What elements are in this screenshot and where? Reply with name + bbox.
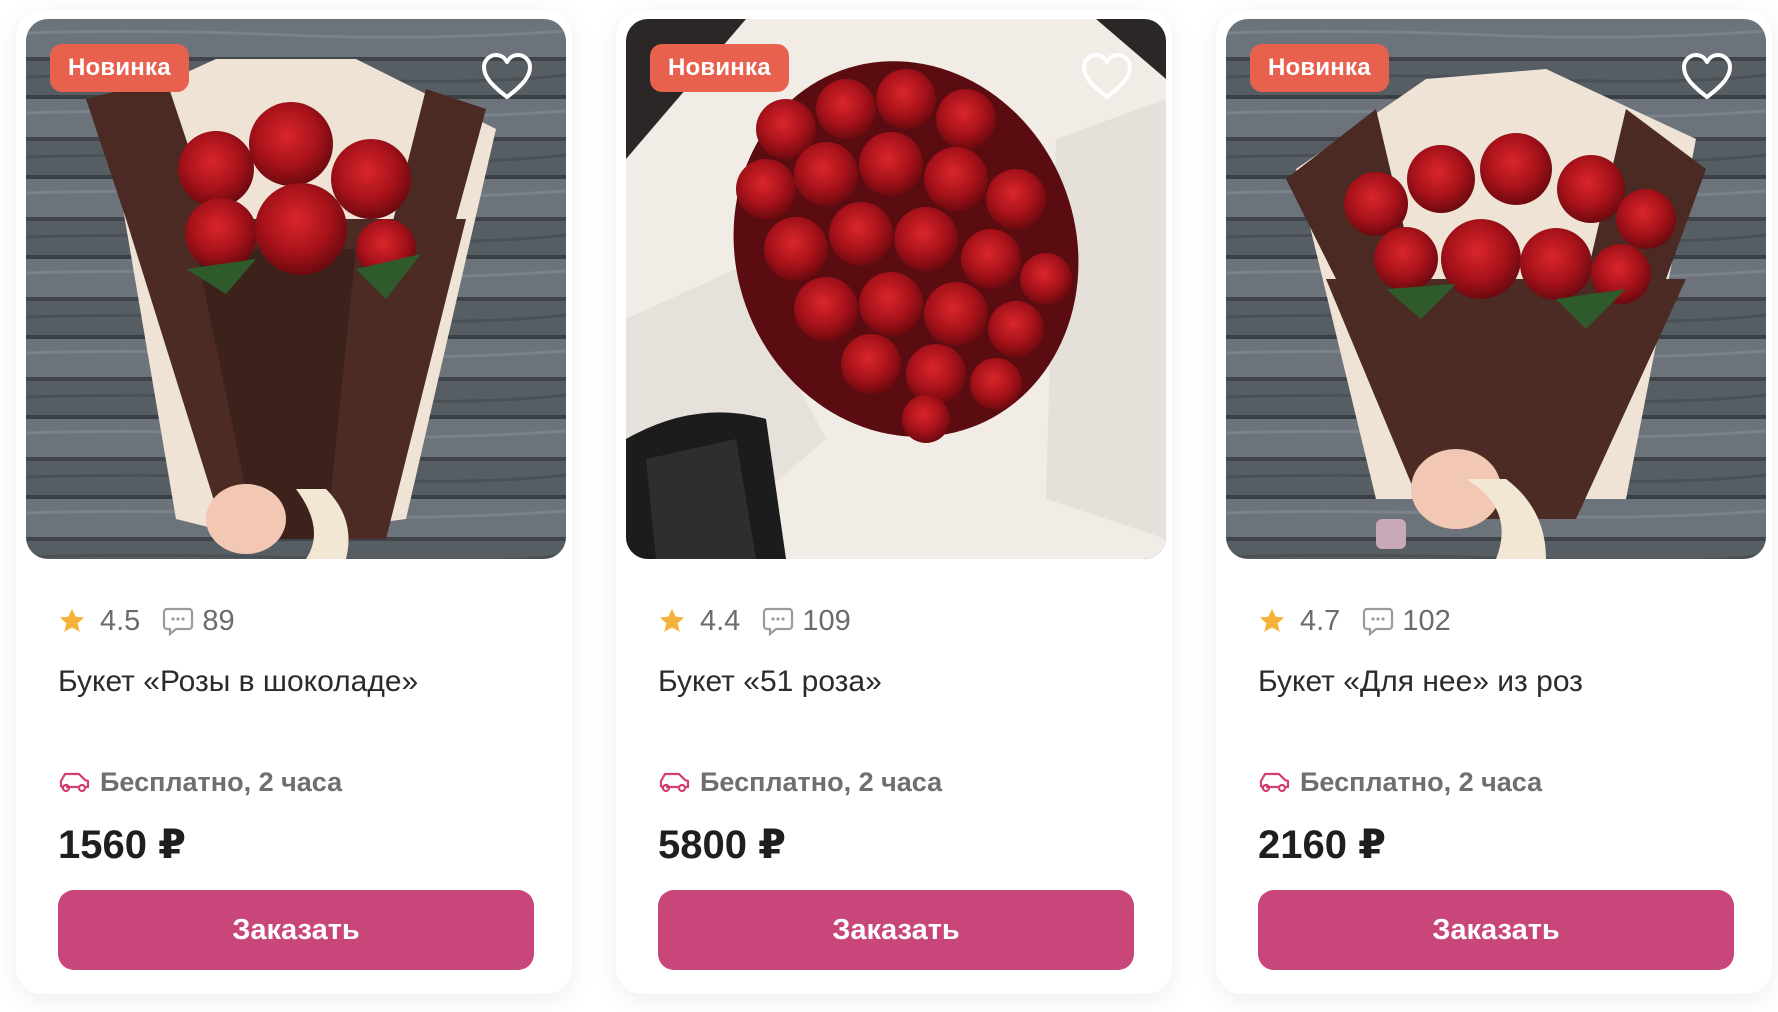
price: 2160 ₽ [1258,823,1386,867]
product-grid: Новинка 4.5 89 Букет «Розы в шоколаде» Б… [0,0,1778,1012]
price: 5800 ₽ [658,823,786,867]
delivery-info: Бесплатно, 2 часа [58,764,342,800]
heart-icon[interactable] [480,50,534,104]
car-icon [659,772,690,793]
product-card[interactable]: Новинка 4.7 102 Букет «Для нее» из роз Б… [1216,10,1772,994]
rating-row: 4.5 89 [58,604,235,638]
car-icon [59,772,90,793]
star-icon [1259,608,1285,632]
rating-value: 4.5 [100,604,141,637]
order-button[interactable]: Заказать [658,890,1134,970]
star-icon [659,608,685,632]
delivery-text: Бесплатно, 2 часа [1300,766,1543,797]
delivery-info: Бесплатно, 2 часа [658,764,942,800]
heart-icon[interactable] [1080,50,1134,104]
rating-row: 4.7 102 [1258,604,1451,638]
price: 1560 ₽ [58,823,186,867]
product-card[interactable]: Новинка 4.5 89 Букет «Розы в шоколаде» Б… [16,10,572,994]
new-badge: Новинка [50,44,189,92]
order-button[interactable]: Заказать [1258,890,1734,970]
reviews-count: 109 [802,604,851,637]
star-icon [59,608,85,632]
rating-value: 4.7 [1300,604,1341,637]
delivery-info: Бесплатно, 2 часа [1258,764,1542,800]
order-button[interactable]: Заказать [58,890,534,970]
comment-icon [763,607,794,636]
product-title[interactable]: Букет «Розы в шоколаде» [58,662,538,702]
rating-row: 4.4 109 [658,604,851,638]
comment-icon [163,607,194,636]
product-title[interactable]: Букет «51 роза» [658,662,1138,702]
heart-icon[interactable] [1680,50,1734,104]
product-title[interactable]: Букет «Для нее» из роз [1258,662,1738,702]
reviews-count: 89 [202,604,235,637]
comment-icon [1363,607,1394,636]
reviews-count: 102 [1402,604,1451,637]
rating-value: 4.4 [700,604,741,637]
delivery-text: Бесплатно, 2 часа [100,766,343,797]
delivery-text: Бесплатно, 2 часа [700,766,943,797]
new-badge: Новинка [650,44,789,92]
new-badge: Новинка [1250,44,1389,92]
car-icon [1259,772,1290,793]
product-card[interactable]: Новинка 4.4 109 Букет «51 роза» Бесплатн… [616,10,1172,994]
